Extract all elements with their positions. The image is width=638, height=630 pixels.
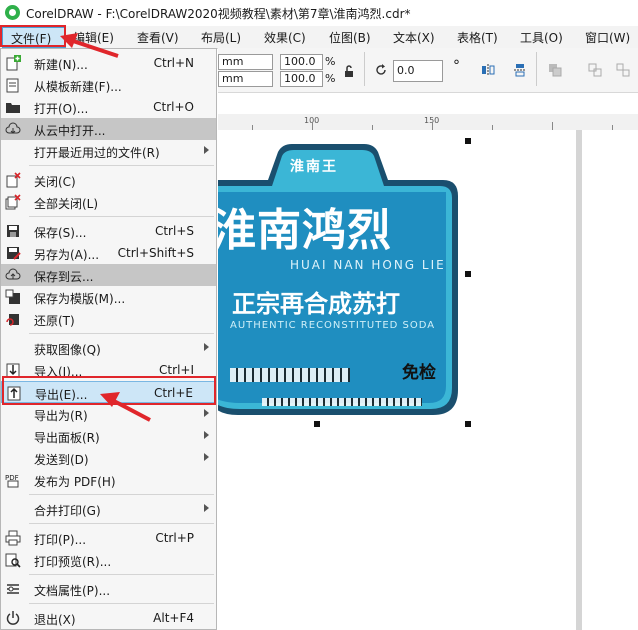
arrow-to-file-menu (60, 33, 119, 58)
arrow-to-export (100, 392, 151, 422)
annotation-arrows (60, 33, 151, 422)
